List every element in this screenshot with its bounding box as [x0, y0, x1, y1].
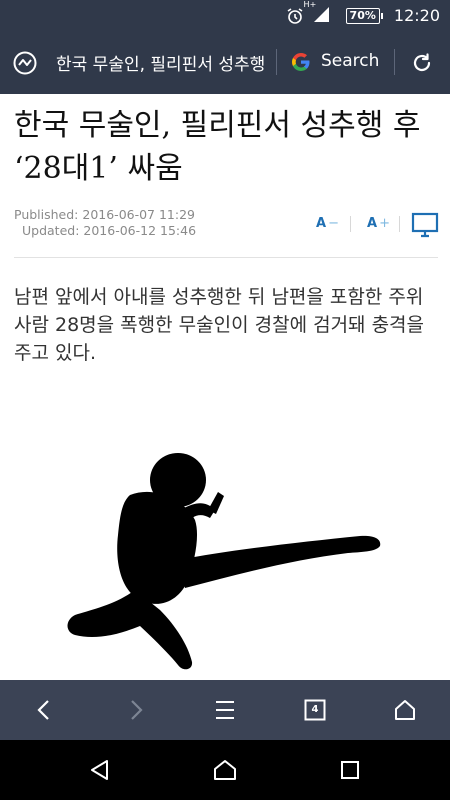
network-type: H+ [303, 0, 317, 9]
triangle-back-icon [91, 760, 108, 780]
system-navigation-bar [0, 740, 450, 800]
forward-button[interactable] [106, 680, 166, 740]
alarm-icon [286, 7, 304, 25]
back-button[interactable] [14, 680, 74, 740]
system-back-button[interactable] [70, 740, 130, 800]
clock: 12:20 [393, 6, 440, 25]
house-home-icon [214, 760, 236, 780]
system-recents-button[interactable] [320, 740, 380, 800]
tab-switcher-icon: 4 [304, 699, 326, 721]
article-lead: 남편 앞에서 아내를 성추행한 뒤 남편을 포함한 주위사람 28명을 폭행한 … [14, 286, 425, 364]
updated-date: Updated: 2016-06-12 15:46 [22, 223, 197, 238]
reload-icon[interactable] [410, 51, 434, 79]
trending-circle-icon[interactable] [12, 50, 38, 80]
square-recents-icon [341, 761, 359, 779]
kicking-silhouette-image [67, 453, 381, 670]
home-icon [395, 700, 415, 720]
chevron-left-icon [37, 700, 49, 720]
divider [394, 49, 395, 75]
browser-url-bar: 한국 무술인, 필리핀서 성추행 후 Search [0, 31, 450, 94]
status-bar: H+ 70% 12:20 [0, 0, 450, 31]
battery-indicator: 70% [345, 7, 384, 24]
monitor-icon[interactable] [411, 212, 439, 242]
divider [350, 216, 351, 232]
status-icons: H+ 70% 12:20 [286, 0, 440, 31]
menu-button[interactable] [195, 680, 255, 740]
font-increase-button[interactable]: A + [367, 216, 390, 231]
search-button[interactable]: Search [321, 51, 379, 71]
article-title: 한국 무술인, 필리핀서 성추행 후 ‘28대1’ 싸움 [14, 108, 421, 186]
divider [14, 257, 438, 258]
divider [276, 49, 277, 75]
article-dates: Published: 2016-06-07 11:29 Updated: 201… [14, 207, 196, 239]
minus-icon: − [328, 216, 339, 231]
browser-toolbar: 4 [0, 680, 450, 740]
divider [399, 216, 400, 232]
plus-icon: + [379, 216, 390, 231]
tab-count: 4 [311, 704, 319, 715]
url-field[interactable]: 한국 무술인, 필리핀서 성추행 후 [56, 50, 270, 74]
font-decrease-button[interactable]: A − [316, 216, 339, 231]
font-decrease-label: A [316, 216, 327, 231]
font-increase-label: A [367, 216, 378, 231]
system-home-button[interactable] [195, 740, 255, 800]
home-button[interactable] [375, 680, 435, 740]
tabs-button[interactable]: 4 [285, 680, 345, 740]
article-image [60, 440, 390, 684]
chevron-right-icon [131, 700, 143, 720]
google-g-icon[interactable] [290, 51, 312, 77]
published-date: Published: 2016-06-07 11:29 [14, 207, 196, 222]
signal-strength-icon: H+ [304, 0, 330, 27]
hamburger-menu-icon [216, 701, 234, 719]
